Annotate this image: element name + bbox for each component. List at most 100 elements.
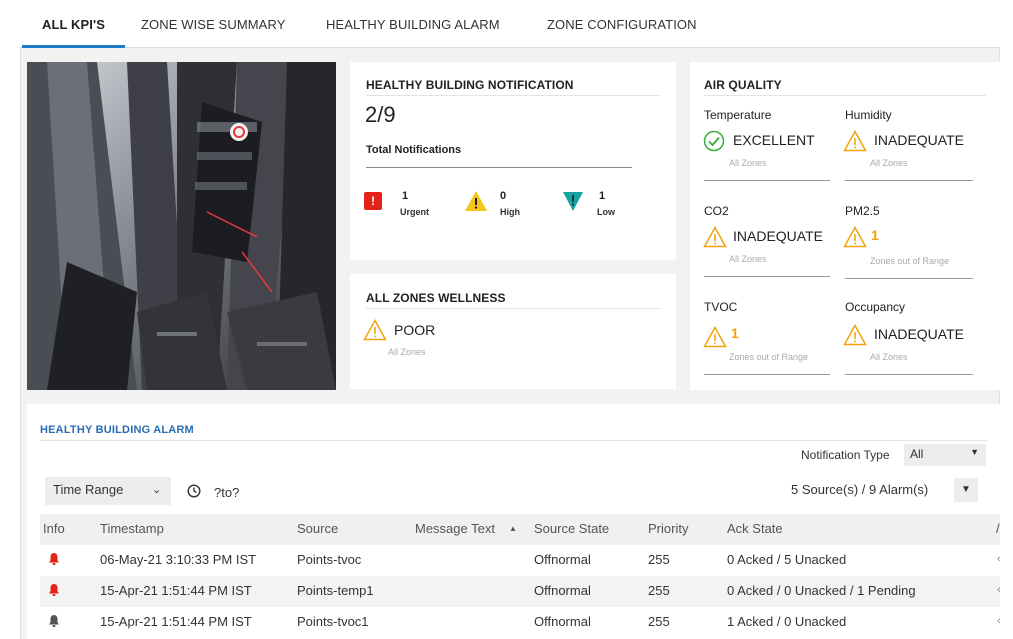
bell-alarm-icon [48,583,60,602]
column-header-priority[interactable]: Priority [648,521,688,536]
high-icon [464,190,488,217]
divider [40,440,987,441]
low-count: 1 [599,190,606,202]
notification-type-select[interactable]: All ▼ [904,444,986,466]
row-timestamp: 06-May-21 3:10:33 PM IST [100,552,257,567]
tab-bar: ALL KPI'S ZONE WISE SUMMARY HEALTHY BUIL… [20,8,1000,48]
warning-icon [843,129,867,157]
tab-all-kpis[interactable]: ALL KPI'S [42,17,105,32]
warning-icon [363,318,387,346]
row-ack-state: 1 Acked / 0 Unacked [727,614,847,629]
wellness-sub: All Zones [388,347,426,357]
row-source-state: Offnormal [534,614,591,629]
chevron-down-icon: ⌄ [152,484,162,496]
tab-healthy-building-alarm[interactable]: HEALTHY BUILDING ALARM [326,17,500,32]
low-icon [562,190,584,217]
row-source-state: Offnormal [534,552,591,567]
row-source: Points-temp1 [297,583,374,598]
row-overflow: ‹ [997,615,1001,627]
alarm-section: HEALTHY BUILDING ALARM Notification Type… [27,404,1001,639]
tvoc-sub: Zones out of Range [729,352,809,362]
row-overflow: ‹ [997,584,1001,596]
humidity-value: INADEQUATE [874,132,964,148]
column-header-source[interactable]: Source [297,521,338,536]
row-priority: 255 [648,552,670,567]
warning-icon [843,225,867,253]
column-header-source-state[interactable]: Source State [534,521,609,536]
temperature-value: EXCELLENT [733,132,815,148]
urgent-count: 1 [402,190,409,202]
column-header-timestamp[interactable]: Timestamp [100,521,164,536]
air-quality-title: AIR QUALITY [704,78,782,92]
divider [704,374,830,375]
pm25-value: 1 [871,227,879,243]
divider [366,95,660,96]
wellness-value: POOR [394,322,436,338]
pm25-sub: Zones out of Range [870,256,950,266]
tab-zone-wise-summary[interactable]: ZONE WISE SUMMARY [141,17,285,32]
pm25-label: PM2.5 [845,204,880,218]
notification-type-label: Notification Type [801,448,890,462]
divider [704,95,986,96]
time-range-value: ?to? [214,485,240,500]
table-row[interactable]: 15-Apr-21 1:51:44 PM IST Points-temp1 Of… [40,576,1001,607]
active-tab-indicator [22,45,125,48]
row-source: Points-tvoc1 [297,614,369,629]
row-overflow: ‹ [997,553,1001,565]
divider [845,278,973,279]
temperature-label: Temperature [704,108,772,122]
sort-ascending-icon[interactable]: ▲ [509,524,517,533]
temperature-sub: All Zones [729,158,767,168]
high-count: 0 [500,190,507,202]
notification-count: 2/9 [365,102,396,127]
divider [845,180,973,181]
row-source: Points-tvoc [297,552,362,567]
column-header-message-text[interactable]: Message Text [415,521,495,536]
summary-dropdown-icon[interactable]: ▼ [954,478,978,502]
tvoc-value: 1 [731,325,739,341]
row-timestamp: 15-Apr-21 1:51:44 PM IST [100,583,252,598]
urgent-label: Urgent [400,207,429,217]
chevron-down-icon: ▼ [970,447,979,457]
notification-type-value: All [910,447,924,461]
warning-icon [703,325,727,353]
low-label: Low [597,207,615,217]
wellness-card-title: ALL ZONES WELLNESS [366,291,506,305]
wellness-card: ALL ZONES WELLNESS POOR All Zones [350,274,676,389]
alarm-section-title: HEALTHY BUILDING ALARM [40,424,194,436]
humidity-sub: All Zones [870,158,908,168]
co2-label: CO2 [704,204,729,218]
humidity-label: Humidity [845,108,892,122]
occupancy-value: INADEQUATE [874,326,964,342]
urgent-icon: ! [364,192,382,210]
high-label: High [500,207,520,217]
divider [704,276,830,277]
table-header-row: Info Timestamp Source Message Text ▲ Sou… [40,514,1000,545]
clock-icon[interactable] [187,484,201,503]
row-ack-state: 0 Acked / 0 Unacked / 1 Pending [727,583,916,598]
bell-icon [48,614,60,633]
tvoc-label: TVOC [704,300,738,314]
tab-zone-configuration[interactable]: ZONE CONFIGURATION [547,17,697,32]
warning-icon [843,323,867,351]
row-ack-state: 0 Acked / 5 Unacked [727,552,847,567]
warning-icon [703,225,727,253]
check-circle-icon [703,130,725,157]
alarm-summary: 5 Source(s) / 9 Alarm(s) [791,482,929,497]
co2-value: INADEQUATE [733,228,823,244]
notification-card: HEALTHY BUILDING NOTIFICATION 2/9 Total … [350,62,676,260]
table-row[interactable]: 15-Apr-21 1:51:44 PM IST Points-tvoc1 Of… [40,607,1001,638]
occupancy-sub: All Zones [870,352,908,362]
column-header-ack-state[interactable]: Ack State [727,521,783,536]
bell-alarm-icon [48,552,60,571]
time-range-label: Time Range [53,482,124,497]
divider [845,374,973,375]
column-header-info[interactable]: Info [43,521,65,536]
table-row[interactable]: 06-May-21 3:10:33 PM IST Points-tvoc Off… [40,545,1001,576]
time-range-select[interactable]: Time Range ⌄ [45,477,171,505]
row-timestamp: 15-Apr-21 1:51:44 PM IST [100,614,252,629]
row-priority: 255 [648,583,670,598]
total-notifications-label: Total Notifications [366,144,462,156]
notification-card-title: HEALTHY BUILDING NOTIFICATION [366,78,574,92]
row-priority: 255 [648,614,670,629]
